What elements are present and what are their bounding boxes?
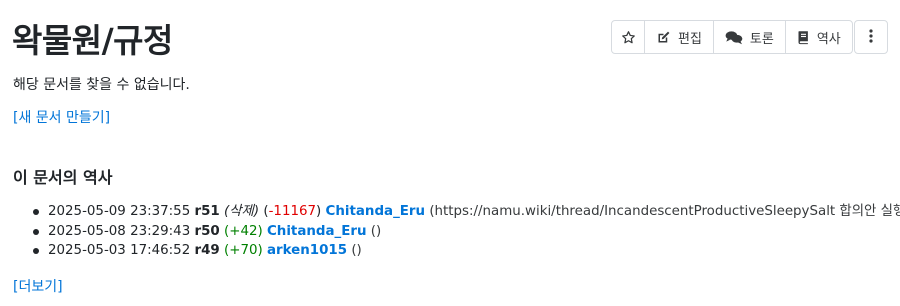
history-label: 역사 (816, 31, 841, 47)
vertical-ellipsis-icon (869, 28, 873, 47)
edit-button[interactable]: 편집 (645, 21, 714, 53)
history-datetime: 2025-05-08 23:29:43 (48, 223, 191, 239)
history-datetime: 2025-05-03 17:46:52 (48, 243, 191, 258)
document-toolbar: 편집 토론 역사 (611, 20, 853, 54)
edit-label: 편집 (678, 31, 702, 47)
history-heading: 이 문서의 역사 (13, 168, 113, 187)
edit-comment: (https://namu.wiki/thread/IncandescentPr… (429, 204, 900, 219)
user-link[interactable]: Chitanda_Eru (326, 204, 426, 219)
discuss-button[interactable]: 토론 (714, 21, 786, 53)
star-button[interactable] (612, 21, 645, 53)
history-item: 2025-05-03 17:46:52 r49 (+70) arken1015 … (33, 241, 900, 261)
diff-count: (+70) (224, 243, 263, 258)
history-list: 2025-05-09 23:37:55 r51 (삭제) (-11167) Ch… (33, 202, 900, 261)
edit-comment: () (370, 223, 382, 239)
more-history-link[interactable]: [더보기] (13, 276, 63, 296)
revision-number: r49 (194, 243, 220, 258)
history-item: 2025-05-08 23:29:43 r50 (+42) Chitanda_E… (33, 222, 900, 242)
star-outline-icon (621, 30, 636, 45)
diff-count: (+42) (224, 223, 263, 239)
not-found-notice: 해당 문서를 찾을 수 없습니다. (13, 77, 190, 93)
revision-number: r51 (194, 204, 220, 219)
history-item: 2025-05-09 23:37:55 r51 (삭제) (-11167) Ch… (33, 202, 900, 222)
book-icon (797, 30, 810, 45)
comments-icon (725, 30, 743, 45)
revision-number: r50 (194, 223, 220, 239)
history-button[interactable]: 역사 (786, 21, 852, 53)
user-link[interactable]: arken1015 (267, 243, 347, 258)
pencil-square-icon (656, 30, 671, 45)
diff-count: (-11167) (263, 204, 322, 219)
discuss-label: 토론 (749, 31, 774, 47)
create-document-link[interactable]: [새 문서 만들기] (13, 107, 110, 127)
page-title: 왁물원/규정 (12, 21, 173, 60)
history-datetime: 2025-05-09 23:37:55 (48, 204, 191, 219)
delete-tag: (삭제) (224, 204, 260, 219)
user-link[interactable]: Chitanda_Eru (267, 224, 367, 239)
edit-comment: () (351, 243, 362, 258)
more-options-button[interactable] (854, 20, 888, 54)
